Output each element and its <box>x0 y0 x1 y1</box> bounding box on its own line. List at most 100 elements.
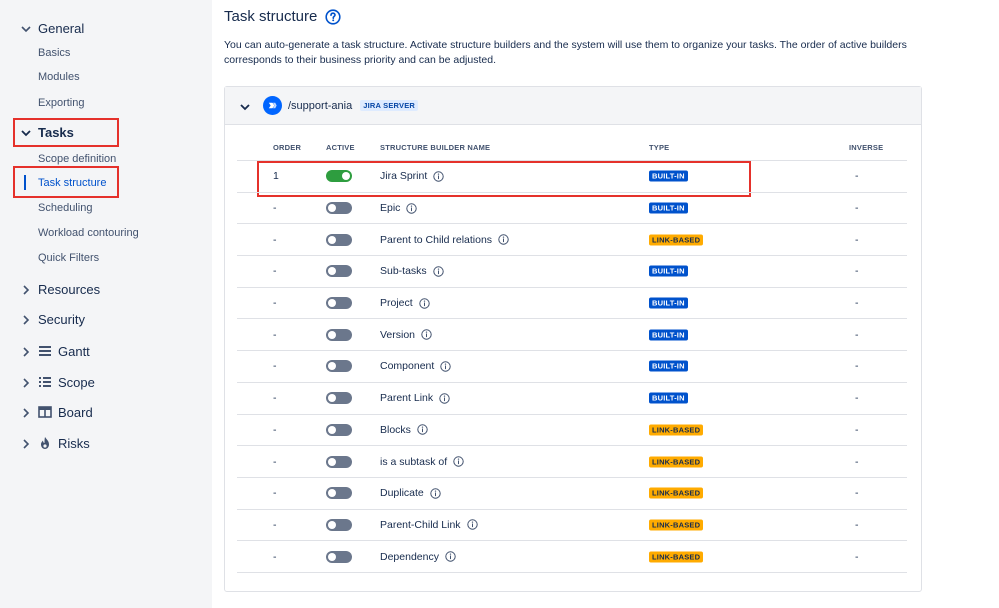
table-row[interactable]: - Blocks LINK-BASED - <box>237 415 907 447</box>
order-cell: - <box>273 423 277 436</box>
nav-group-resources[interactable]: Resources <box>20 279 100 299</box>
info-icon[interactable] <box>445 551 456 562</box>
info-icon[interactable] <box>440 361 451 372</box>
active-toggle[interactable] <box>326 518 352 531</box>
nav-group-general[interactable]: General <box>20 18 84 38</box>
info-icon[interactable] <box>466 519 478 531</box>
active-toggle[interactable] <box>326 550 352 563</box>
table-row[interactable]: - Sub-tasks BUILT-IN - <box>237 256 907 288</box>
name-cell: Project <box>380 297 430 309</box>
nav-item-quick-filters[interactable]: Quick Filters <box>38 250 99 266</box>
inverse-cell: - <box>855 328 859 341</box>
active-cell <box>326 550 352 563</box>
info-icon[interactable] <box>406 202 418 214</box>
active-cell <box>326 518 352 531</box>
builder-name: Jira Sprint <box>380 170 428 183</box>
info-icon[interactable] <box>432 266 444 277</box>
structure-builders-table: ORDER ACTIVE STRUCTURE BUILDER NAME TYPE… <box>237 139 907 573</box>
nav-group-scope[interactable]: Scope <box>20 372 95 392</box>
help-icon[interactable] <box>325 8 341 25</box>
builder-name: Parent Link <box>380 392 434 405</box>
info-icon[interactable] <box>433 171 444 182</box>
page-description: You can auto-generate a task structure. … <box>224 39 907 66</box>
active-toggle[interactable] <box>326 297 352 310</box>
type-cell: BUILT-IN <box>649 202 688 214</box>
nav-item-workload-contouring[interactable]: Workload contouring <box>38 225 139 241</box>
type-badge: BUILT-IN <box>649 297 688 309</box>
nav-group-board[interactable]: Board <box>20 402 93 422</box>
gantt-icon <box>38 344 52 358</box>
active-toggle[interactable] <box>326 170 352 183</box>
table-row[interactable]: - Parent to Child relations LINK-BASED - <box>237 224 907 257</box>
type-badge: LINK-BASED <box>649 551 704 563</box>
active-toggle[interactable] <box>326 233 352 246</box>
active-toggle[interactable] <box>326 202 352 215</box>
table-row[interactable]: - Dependency LINK-BASED - <box>237 541 907 573</box>
active-toggle[interactable] <box>326 392 352 405</box>
info-icon[interactable] <box>421 329 432 340</box>
inverse-cell: - <box>855 392 859 405</box>
order-cell: - <box>273 487 277 500</box>
type-badge: LINK-BASED <box>649 424 704 436</box>
builder-name: is a subtask of <box>380 455 448 468</box>
table-row[interactable]: - Version BUILT-IN - <box>237 319 907 352</box>
name-cell: is a subtask of <box>380 456 464 468</box>
list-icon <box>38 375 52 389</box>
active-cell <box>326 487 352 500</box>
type-cell: LINK-BASED <box>649 487 704 499</box>
type-badge: LINK-BASED <box>649 519 704 531</box>
order-cell: - <box>273 392 277 405</box>
order-cell: 1 <box>273 170 279 183</box>
nav-group-risks[interactable]: Risks <box>20 433 90 453</box>
type-cell: BUILT-IN <box>649 360 688 372</box>
inverse-cell: - <box>855 297 859 310</box>
active-toggle[interactable] <box>326 455 352 468</box>
table-row[interactable]: - Epic BUILT-IN - <box>237 193 907 225</box>
type-badge: BUILT-IN <box>649 329 688 341</box>
info-icon[interactable] <box>418 297 430 309</box>
type-cell: BUILT-IN <box>649 170 688 182</box>
nav-group-label: Scope <box>58 374 95 390</box>
order-cell: - <box>273 202 277 215</box>
table-row[interactable]: - Parent-Child Link LINK-BASED - <box>237 510 907 542</box>
nav-group-label: Tasks <box>38 124 74 140</box>
nav-item-exporting[interactable]: Exporting <box>38 95 84 111</box>
chevron-right-icon <box>20 313 32 325</box>
chevron-down-icon[interactable] <box>239 100 251 112</box>
name-cell: Parent-Child Link <box>380 519 478 531</box>
project-icon <box>263 96 282 115</box>
sidebar: General Basics Modules Exporting Tasks S… <box>0 0 212 608</box>
table-row[interactable]: 1 Jira Sprint BUILT-IN - <box>237 161 907 193</box>
nav-item-basics[interactable]: Basics <box>38 45 70 61</box>
table-row[interactable]: - is a subtask of LINK-BASED - <box>237 446 907 478</box>
inverse-cell: - <box>855 170 859 183</box>
info-icon[interactable] <box>453 456 464 467</box>
type-cell: BUILT-IN <box>649 297 688 309</box>
table-row[interactable]: - Component BUILT-IN - <box>237 351 907 383</box>
nav-item-scheduling[interactable]: Scheduling <box>38 200 92 216</box>
active-toggle[interactable] <box>326 487 352 500</box>
table-row[interactable]: - Duplicate LINK-BASED - <box>237 478 907 510</box>
info-icon[interactable] <box>498 234 509 245</box>
nav-group-tasks[interactable]: Tasks <box>20 122 74 142</box>
order-cell: - <box>273 550 277 563</box>
nav-group-security[interactable]: Security <box>20 309 85 329</box>
nav-item-modules[interactable]: Modules <box>38 69 80 85</box>
active-toggle[interactable] <box>326 265 352 278</box>
nav-item-task-structure[interactable]: Task structure <box>38 175 106 191</box>
name-cell: Component <box>380 360 451 372</box>
info-icon[interactable] <box>439 392 450 404</box>
order-cell: - <box>273 328 277 341</box>
column-header-name: STRUCTURE BUILDER NAME <box>380 143 491 152</box>
info-icon[interactable] <box>430 488 441 499</box>
table-row[interactable]: - Parent Link BUILT-IN - <box>237 383 907 415</box>
nav-item-scope-definition[interactable]: Scope definition <box>38 151 116 167</box>
table-header: ORDER ACTIVE STRUCTURE BUILDER NAME TYPE… <box>237 139 907 161</box>
active-toggle[interactable] <box>326 328 352 341</box>
nav-group-gantt[interactable]: Gantt <box>20 341 90 361</box>
table-row[interactable]: - Project BUILT-IN - <box>237 288 907 320</box>
active-toggle[interactable] <box>326 360 352 373</box>
active-toggle[interactable] <box>326 423 352 436</box>
toggle-knob <box>328 330 336 339</box>
info-icon[interactable] <box>417 424 428 436</box>
